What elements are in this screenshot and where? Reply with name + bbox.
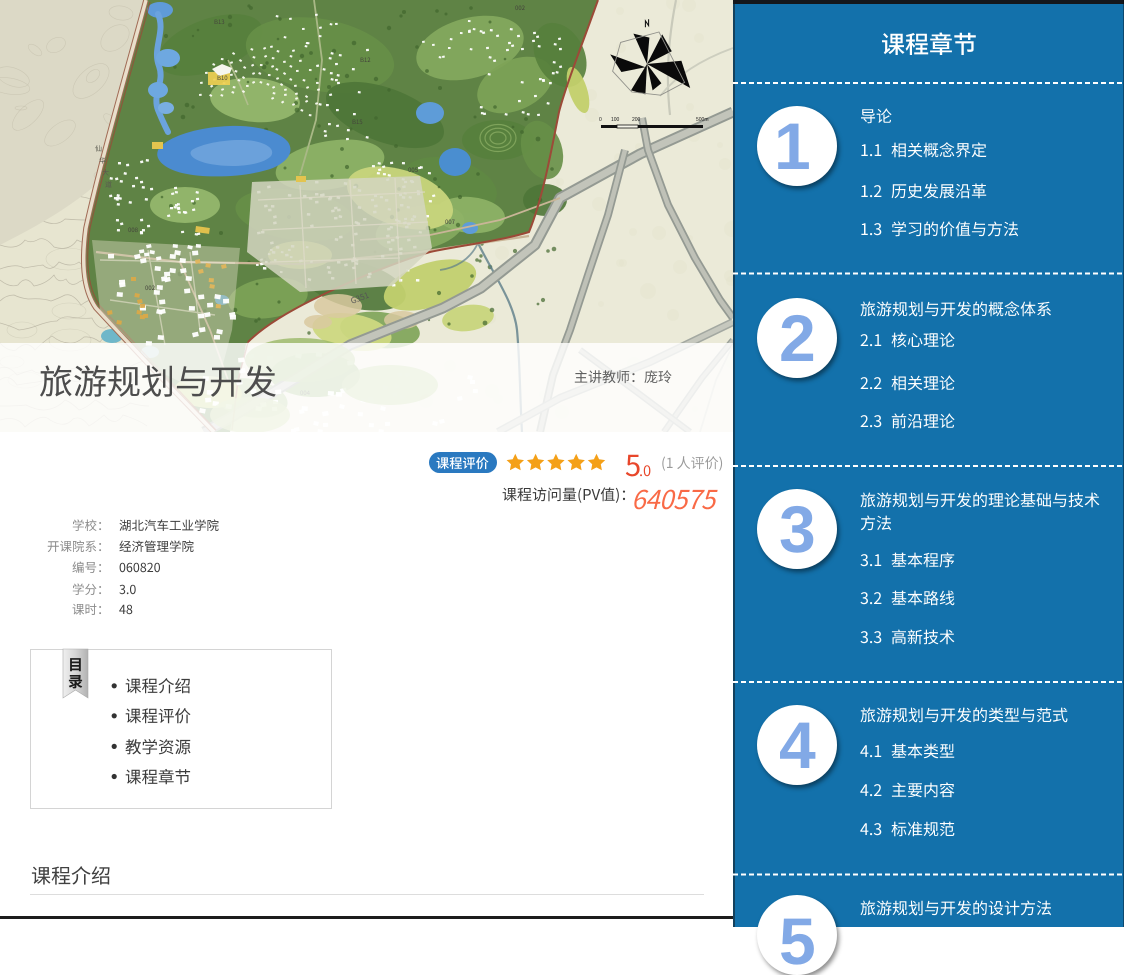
svg-text:0: 0 <box>599 117 602 123</box>
svg-text:200: 200 <box>632 117 641 123</box>
svg-text:500m: 500m <box>696 117 709 123</box>
svg-text:100: 100 <box>611 117 620 123</box>
